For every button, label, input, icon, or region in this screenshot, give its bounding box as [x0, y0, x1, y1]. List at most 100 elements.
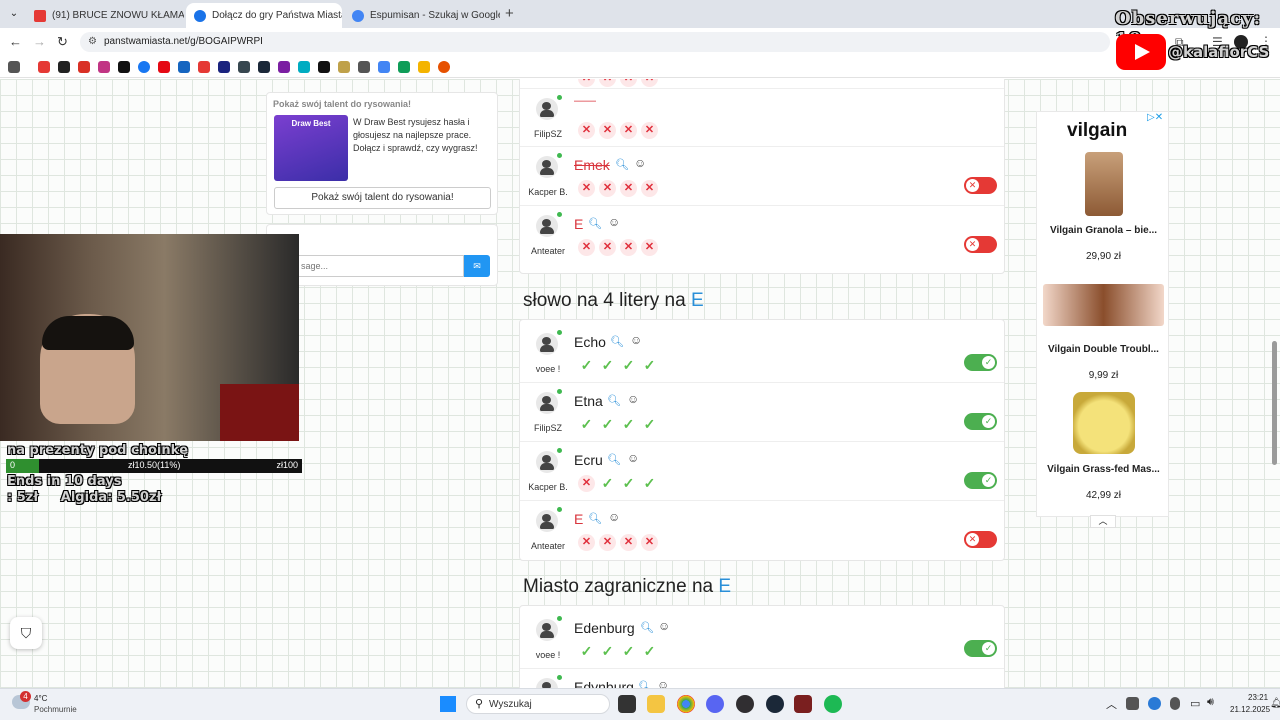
section-heading: słowo na 4 litery na E: [523, 290, 704, 312]
bookmark-icon[interactable]: [338, 60, 350, 73]
notification-bell-icon[interactable]: 🔔︎: [1270, 698, 1280, 709]
scrollbar-thumb[interactable]: [1272, 341, 1277, 465]
username: FilipSZ: [533, 423, 562, 433]
file-explorer-icon[interactable]: [647, 695, 665, 713]
search-icon[interactable]: 🔍︎: [588, 512, 602, 525]
task-view-icon[interactable]: [618, 695, 636, 713]
docs-bookmark-icon[interactable]: [378, 60, 390, 73]
tray-icon[interactable]: [1148, 697, 1161, 710]
product-name[interactable]: Vilgain Double Troubl...: [1043, 344, 1164, 356]
faceit-icon[interactable]: [794, 695, 812, 713]
forward-icon[interactable]: →: [33, 34, 46, 49]
ad-panel[interactable]: vilgain ▷✕ Vilgain Granola – bie... 29,9…: [1036, 111, 1169, 517]
youtube-bookmark-icon[interactable]: [38, 60, 50, 73]
bookmark-icon[interactable]: [198, 60, 210, 73]
bookmark-icon[interactable]: [218, 60, 230, 73]
vote-toggle[interactable]: ✓: [964, 354, 997, 371]
search-icon[interactable]: 🔍︎: [615, 158, 629, 171]
chrome-icon[interactable]: [677, 695, 695, 713]
discord-icon[interactable]: [706, 695, 724, 713]
send-button[interactable]: ✉: [464, 255, 490, 277]
spotify-icon[interactable]: [824, 695, 842, 713]
steam-icon[interactable]: [766, 695, 784, 713]
emoji-icon[interactable]: ☺: [627, 392, 639, 406]
accept-mark-icon: ✓: [622, 357, 635, 373]
goal-title: na prezenty pod choinkę: [7, 443, 189, 458]
emoji-icon[interactable]: ☺: [627, 451, 639, 465]
privacy-button[interactable]: ⛉: [10, 617, 42, 649]
url-input[interactable]: panstwamiasta.net/g/BOGAIPWRPI: [80, 32, 1110, 52]
bank-bookmark-icon[interactable]: [178, 60, 190, 73]
weather-temp[interactable]: 4°C: [34, 694, 47, 703]
back-icon[interactable]: ←: [9, 34, 22, 49]
obs-icon[interactable]: [736, 695, 754, 713]
drive-bookmark-icon[interactable]: [418, 60, 430, 73]
emoji-icon[interactable]: ☺: [658, 619, 670, 633]
clock-date[interactable]: 21.12.2025: [1230, 705, 1270, 714]
search-icon[interactable]: 🔍︎: [588, 217, 602, 230]
vote-toggle[interactable]: ✕: [964, 177, 997, 194]
search-icon[interactable]: 🔍︎: [638, 680, 652, 688]
vote-toggle[interactable]: ✓: [964, 413, 997, 430]
reject-mark-icon: ✕: [578, 122, 595, 139]
promo-title: Pokaż swój talent do rysowania!: [273, 99, 412, 109]
netflix-bookmark-icon[interactable]: [158, 60, 170, 73]
bookmark-icon[interactable]: [318, 60, 330, 73]
tray-expand-icon[interactable]: ︿: [1106, 696, 1117, 712]
tab-google[interactable]: Espumisan - Szukaj w Google ✕: [344, 3, 500, 28]
promo-image[interactable]: Draw Best: [274, 115, 348, 181]
chatgpt-bookmark-icon[interactable]: [58, 60, 70, 73]
vote-toggle[interactable]: ✕: [964, 531, 997, 548]
clock-time[interactable]: 23:21: [1248, 693, 1268, 702]
vote-marks: ✓ ✓ ✓ ✓: [578, 643, 658, 660]
vote-toggle[interactable]: ✕: [964, 236, 997, 253]
vote-toggle[interactable]: ✓: [964, 640, 997, 657]
tab-list-button[interactable]: ⌄: [6, 6, 22, 22]
product-name[interactable]: Vilgain Granola – bie...: [1043, 225, 1164, 237]
tab-youtube[interactable]: (91) BRUCE ZNOWU KŁAMAŁ! N ✕: [26, 3, 184, 28]
bookmark-icon[interactable]: [278, 60, 290, 73]
emoji-icon[interactable]: ☺: [634, 156, 646, 170]
ad-choices-icon[interactable]: ▷✕: [1147, 112, 1163, 123]
product-price: 29,90 zł: [1085, 251, 1122, 262]
emoji-icon[interactable]: ☺: [630, 333, 642, 347]
search-icon[interactable]: 🔍︎: [607, 394, 621, 407]
bookmark-icon[interactable]: [358, 60, 370, 73]
reload-icon[interactable]: ↻: [57, 34, 68, 50]
product-name[interactable]: Vilgain Grass-fed Mas...: [1043, 464, 1164, 476]
vote-toggle[interactable]: ✓: [964, 472, 997, 489]
tray-icon[interactable]: [1170, 697, 1180, 710]
facebook-bookmark-icon[interactable]: [138, 60, 150, 73]
steam-bookmark-icon[interactable]: [258, 60, 270, 73]
bookmark-icon[interactable]: [238, 60, 250, 73]
search-icon[interactable]: 🔍︎: [640, 621, 654, 634]
chat-input[interactable]: [290, 255, 464, 277]
new-tab-button[interactable]: +: [505, 5, 514, 22]
network-icon[interactable]: ▭: [1190, 697, 1200, 710]
site-info-icon[interactable]: ⚙: [88, 36, 97, 47]
tab-panstwa-miasta[interactable]: Dołącz do gry Państwa Miasta ✕: [186, 3, 342, 28]
emoji-icon[interactable]: ☺: [608, 215, 620, 229]
weather-desc[interactable]: Pochmurnie: [34, 705, 77, 714]
instagram-bookmark-icon[interactable]: [98, 60, 110, 73]
tray-icon[interactable]: [1126, 697, 1139, 710]
search-icon[interactable]: 🔍︎: [607, 453, 621, 466]
emoji-icon[interactable]: ☺: [608, 510, 620, 524]
promo-button[interactable]: Pokaż swój talent do rysowania!: [274, 187, 491, 209]
windows-start-icon[interactable]: [440, 696, 456, 712]
search-icon[interactable]: 🔍︎: [610, 335, 624, 348]
bookmark-icon[interactable]: [438, 60, 450, 73]
taskbar-search[interactable]: ⚲ Wyszukaj: [466, 694, 610, 714]
product-image[interactable]: [1085, 152, 1123, 216]
ad-collapse-button[interactable]: ︿: [1090, 515, 1116, 528]
x-bookmark-icon[interactable]: [118, 60, 130, 73]
apps-icon[interactable]: [8, 60, 20, 73]
emoji-icon[interactable]: ☺: [657, 678, 669, 688]
gmail-bookmark-icon[interactable]: [78, 60, 90, 73]
product-image[interactable]: [1043, 284, 1164, 326]
bookmark-icon[interactable]: [298, 60, 310, 73]
volume-icon[interactable]: 🔊︎: [1207, 696, 1214, 709]
reject-mark-icon: ✕: [599, 122, 616, 139]
sheets-bookmark-icon[interactable]: [398, 60, 410, 73]
product-image[interactable]: [1073, 392, 1135, 454]
